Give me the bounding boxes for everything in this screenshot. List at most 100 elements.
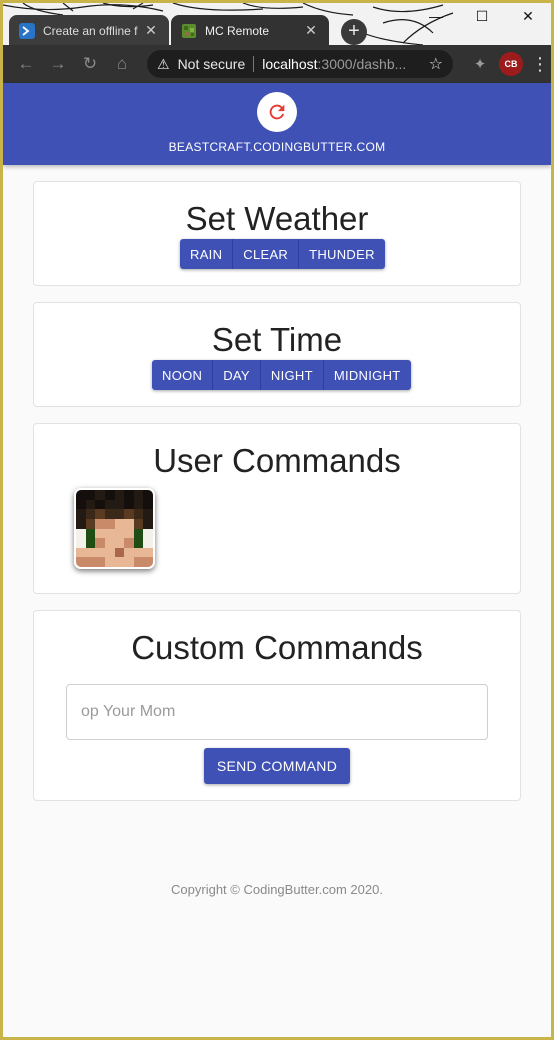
avatar-pixel — [143, 528, 153, 539]
avatar-pixel — [114, 557, 125, 567]
avatar-pixel — [124, 499, 134, 510]
tab-title: Create an offline f — [43, 23, 138, 38]
user-commands-heading: User Commands — [153, 442, 401, 479]
avatar-pixel — [133, 518, 144, 529]
site-title: BEASTCRAFT.CODINGBUTTER.COM — [168, 140, 386, 154]
tab-close-icon[interactable]: ✕ — [303, 22, 319, 39]
avatar-pixel — [76, 557, 86, 567]
avatar-pixel — [85, 557, 96, 567]
avatar-pixel — [95, 499, 105, 510]
player-head-avatar[interactable] — [74, 488, 155, 569]
avatar-pixel — [124, 509, 134, 519]
avatar-pixel — [85, 538, 96, 548]
avatar-pixel — [76, 538, 86, 548]
avatar-pixel — [76, 499, 86, 510]
avatar-pixel — [124, 490, 134, 500]
window-controls: — ☐ ✕ — [413, 3, 551, 29]
noon-button[interactable]: NOON — [152, 360, 214, 390]
avatar-pixel — [95, 490, 105, 500]
avatar-pixel — [124, 547, 134, 558]
command-input[interactable] — [66, 684, 488, 740]
avatar-pixel — [76, 528, 86, 539]
clear-button[interactable]: CLEAR — [233, 239, 300, 269]
avatar-pixel — [143, 547, 153, 558]
avatar-pixel — [104, 518, 115, 529]
tab-create-offline[interactable]: Create an offline f ✕ — [9, 15, 169, 45]
weather-button-group: RAIN CLEAR THUNDER — [180, 239, 385, 269]
avatar-pixel — [133, 499, 144, 510]
user-commands-card: User Commands — [33, 423, 521, 594]
browser-titlebar: Create an offline f ✕ MC Remote ✕ + — ☐ … — [3, 3, 551, 45]
send-command-button[interactable]: SEND COMMAND — [204, 748, 350, 784]
night-button[interactable]: NIGHT — [260, 360, 324, 390]
avatar-pixel — [104, 490, 115, 500]
avatar-pixel — [114, 499, 125, 510]
profile-avatar[interactable]: CB — [499, 52, 523, 76]
window-close-icon[interactable]: ✕ — [505, 3, 551, 29]
tab-mc-remote[interactable]: MC Remote ✕ — [171, 15, 329, 45]
address-divider — [253, 56, 255, 72]
midnight-button[interactable]: MIDNIGHT — [323, 360, 411, 390]
day-button[interactable]: DAY — [213, 360, 261, 390]
refresh-icon — [269, 104, 285, 120]
avatar-pixel — [85, 490, 96, 500]
back-icon[interactable]: ← — [11, 49, 41, 79]
refresh-button[interactable] — [257, 92, 297, 132]
avatar-pixel — [76, 509, 86, 519]
avatar-pixel — [143, 490, 153, 500]
minimize-icon[interactable]: — — [413, 3, 459, 29]
avatar-pixel — [133, 528, 144, 539]
warning-icon[interactable]: ⚠ — [157, 56, 170, 73]
avatar-pixel — [85, 528, 96, 539]
browser-menu-icon[interactable]: ⋮ — [531, 54, 549, 75]
time-heading: Set Time — [211, 321, 343, 358]
weather-heading: Set Weather — [185, 200, 369, 237]
avatar-pixel — [143, 538, 153, 548]
avatar-pixel — [114, 509, 125, 519]
avatar-pixel — [104, 499, 115, 510]
bookmark-star-icon[interactable]: ☆ — [429, 54, 443, 74]
new-tab-button[interactable]: + — [341, 19, 367, 45]
avatar-pixel — [143, 557, 153, 567]
reload-icon[interactable]: ↻ — [75, 49, 105, 79]
tab-close-icon[interactable]: ✕ — [143, 22, 159, 39]
address-bar[interactable]: ⚠ Not secure localhost :3000/dashb... ☆ — [147, 50, 453, 78]
avatar-pixel — [95, 518, 105, 529]
home-icon[interactable]: ⌂ — [107, 49, 137, 79]
avatar-pixel — [143, 518, 153, 529]
avatar-pixel — [104, 528, 115, 539]
extensions-puzzle-icon[interactable]: ✦ — [469, 53, 491, 75]
avatar-pixel — [76, 490, 86, 500]
avatar-pixel — [104, 538, 115, 548]
avatar-pixel — [85, 499, 96, 510]
avatar-pixel — [114, 547, 125, 558]
avatar-pixel — [143, 499, 153, 510]
time-button-group: NOON DAY NIGHT MIDNIGHT — [152, 360, 411, 390]
security-label[interactable]: Not secure — [178, 56, 246, 72]
avatar-pixel — [95, 509, 105, 519]
avatar-pixel — [133, 509, 144, 519]
avatar-pixel — [95, 538, 105, 548]
rain-button[interactable]: RAIN — [180, 239, 234, 269]
custom-commands-heading: Custom Commands — [131, 629, 423, 666]
tab-title: MC Remote — [205, 23, 270, 38]
avatar-pixel — [104, 509, 115, 519]
url-path: :3000/dashb... — [317, 56, 407, 72]
maximize-icon[interactable]: ☐ — [459, 3, 505, 29]
thunder-button[interactable]: THUNDER — [299, 239, 385, 269]
avatar-pixel — [95, 557, 105, 567]
minecraft-block-icon — [182, 23, 196, 38]
avatar-pixel — [124, 518, 134, 529]
avatar-pixel — [133, 547, 144, 558]
avatar-pixel — [124, 538, 134, 548]
forward-icon[interactable]: → — [43, 49, 73, 79]
avatar-pixel — [114, 538, 125, 548]
avatar-pixel — [76, 547, 86, 558]
avatar-pixel — [114, 518, 125, 529]
avatar-pixel — [133, 538, 144, 548]
powershell-icon — [19, 22, 35, 39]
avatar-pixel — [85, 547, 96, 558]
avatar-pixel — [124, 528, 134, 539]
avatar-pixel — [85, 509, 96, 519]
time-card: Set Time NOON DAY NIGHT MIDNIGHT — [33, 302, 521, 407]
